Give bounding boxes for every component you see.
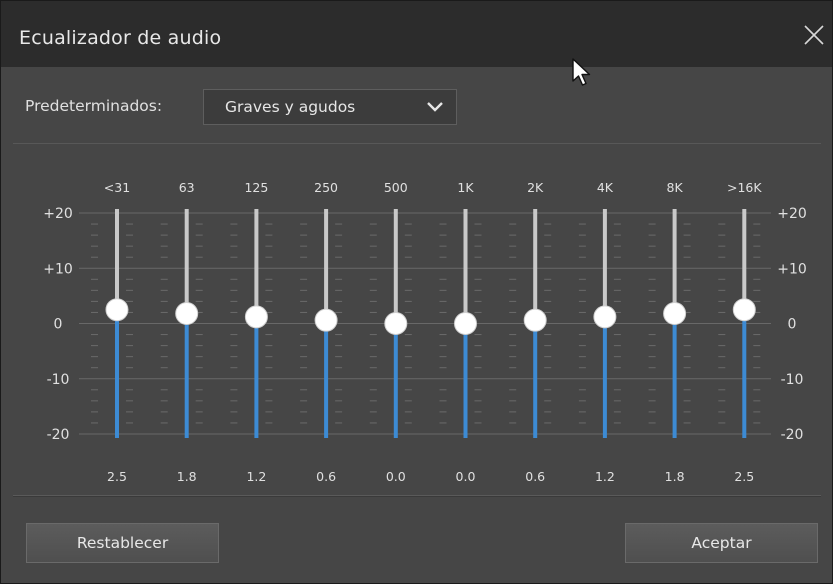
scale-label-right: -10 (781, 372, 804, 388)
band-value-label: 1.8 (177, 469, 197, 484)
band-frequency-label: 250 (314, 180, 338, 195)
scale-label-right: -20 (781, 427, 804, 443)
band-frequency-label: 500 (384, 180, 408, 195)
slider-knob[interactable] (175, 302, 199, 326)
band-value-label: 0.0 (386, 469, 406, 484)
band-value-label: 0.6 (525, 469, 545, 484)
scale-label-left: -10 (47, 372, 70, 388)
band-value-label: 2.5 (107, 469, 127, 484)
band-frequency-label: 125 (244, 180, 268, 195)
band-value-label: 0.6 (316, 469, 336, 484)
band-value-label: 2.5 (734, 469, 754, 484)
scale-label-left: +10 (43, 261, 73, 277)
band-value-label: 1.8 (665, 469, 685, 484)
slider-knob[interactable] (593, 305, 617, 329)
slider-knob[interactable] (454, 312, 477, 335)
slider-knob[interactable] (244, 305, 268, 329)
audio-equalizer-dialog: Ecualizador de audio Predeterminados: Gr… (0, 0, 833, 584)
scale-label-left: -20 (47, 427, 70, 443)
slider-knob[interactable] (314, 308, 338, 332)
band-frequency-label: >16K (727, 180, 762, 195)
band-frequency-label: 8K (667, 180, 684, 195)
band-frequency-label: 1K (457, 180, 474, 195)
slider-knob[interactable] (105, 298, 129, 322)
band-frequency-label: 63 (179, 180, 195, 195)
slider-knob[interactable] (663, 302, 687, 326)
slider-knob[interactable] (732, 298, 756, 322)
scale-label-left: +20 (43, 206, 73, 222)
band-value-label: 0.0 (456, 469, 476, 484)
band-value-label: 1.2 (246, 469, 266, 484)
band-frequency-label: <31 (104, 180, 130, 195)
scale-label-right: 0 (788, 317, 797, 333)
scale-label-right: +10 (777, 261, 807, 277)
slider-knob[interactable] (384, 312, 408, 335)
band-value-label: 1.2 (595, 469, 615, 484)
scale-label-right: +20 (777, 206, 807, 222)
band-frequency-label: 4K (597, 180, 614, 195)
band-frequency-label: 2K (527, 180, 544, 195)
scale-label-left: 0 (54, 317, 63, 333)
reset-button[interactable]: Restablecer (26, 523, 219, 563)
accept-button[interactable]: Aceptar (625, 523, 818, 563)
slider-knob[interactable] (523, 308, 547, 332)
